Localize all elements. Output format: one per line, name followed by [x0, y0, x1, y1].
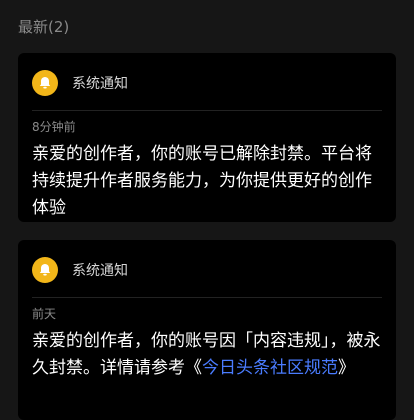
community-guidelines-link[interactable]: 今日头条社区规范: [202, 358, 338, 378]
bell-icon: [32, 257, 58, 283]
divider: [32, 297, 382, 298]
notification-card[interactable]: 系统通知 8分钟前 亲爱的创作者，你的账号已解除封禁。平台将持续提升作者服务能力…: [18, 53, 396, 222]
notification-card[interactable]: 系统通知 前天 亲爱的创作者，你的账号因「内容违规」，被永久封禁。详情请参考《今…: [18, 240, 396, 420]
notification-header: 系统通知: [32, 68, 128, 98]
section-title: 最新(2): [18, 18, 70, 36]
message-text: 亲爱的创作者，你的账号因「内容违规」，被永久封禁。详情请参考《今日头条社区规范》: [32, 328, 382, 382]
timestamp: 8分钟前: [32, 120, 76, 134]
sender-name: 系统通知: [72, 263, 128, 279]
divider: [32, 110, 382, 111]
notification-header: 系统通知: [32, 255, 128, 285]
bell-icon: [32, 70, 58, 96]
message-text: 亲爱的创作者，你的账号已解除封禁。平台将持续提升作者服务能力，为你提供更好的创作…: [32, 144, 372, 218]
message-suffix: 》: [338, 358, 355, 378]
sender-name: 系统通知: [72, 76, 128, 92]
timestamp: 前天: [32, 307, 57, 321]
